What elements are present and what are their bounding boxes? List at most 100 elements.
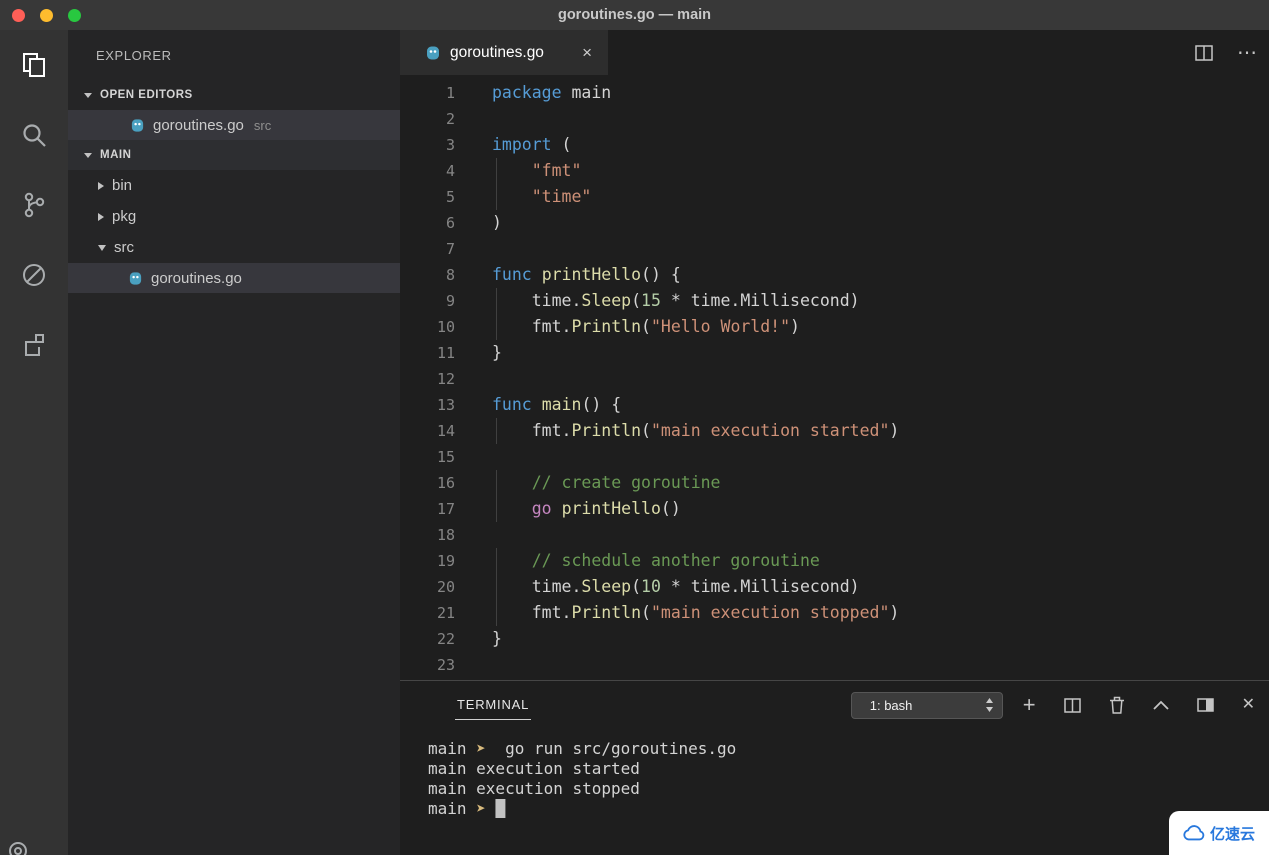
line-number: 8 — [445, 266, 455, 284]
code-line[interactable]: 22} — [400, 626, 1269, 652]
code-line[interactable]: 20 time.Sleep(10 * time.Millisecond) — [400, 574, 1269, 600]
line-number: 15 — [436, 448, 455, 466]
folder-section-header[interactable]: MAIN — [68, 140, 400, 170]
manage-gear[interactable] — [6, 839, 30, 855]
window-title: goroutines.go — main — [557, 7, 712, 23]
explorer-sidebar: EXPLORER OPEN EDITORS goroutines.go src … — [68, 30, 400, 855]
code-line[interactable]: 4 "fmt" — [400, 158, 1269, 184]
line-number: 6 — [445, 214, 455, 232]
tree-item-bin[interactable]: bin — [68, 170, 400, 201]
open-editors-header[interactable]: OPEN EDITORS — [68, 80, 400, 110]
line-number: 10 — [436, 318, 455, 336]
terminal-panel: TERMINAL 1: bash + ✕ main ➤ go run src/g… — [400, 680, 1269, 855]
line-number: 3 — [445, 136, 455, 154]
split-terminal-icon[interactable] — [1063, 697, 1081, 713]
code-line[interactable]: 3 import ( — [400, 132, 1269, 158]
kill-terminal-trash-icon[interactable] — [1109, 696, 1125, 714]
line-number: 14 — [436, 422, 455, 440]
line-number: 16 — [436, 474, 455, 492]
code-line[interactable]: 15 — [400, 444, 1269, 470]
file-name: goroutines.go — [153, 116, 244, 134]
code-line[interactable]: 17 go printHello() — [400, 496, 1269, 522]
split-editor-icon[interactable] — [1195, 44, 1213, 61]
zoom-window-button[interactable] — [68, 9, 81, 22]
code-line[interactable]: 21 fmt.Println("main execution stopped") — [400, 600, 1269, 626]
gear-icon — [9, 842, 27, 855]
traffic-lights — [12, 9, 81, 22]
terminal-line: main ➤ █ — [428, 799, 506, 818]
code-line[interactable]: 8 func printHello() { — [400, 262, 1269, 288]
go-file-icon — [131, 118, 144, 132]
line-number: 20 — [436, 578, 455, 596]
chevron-right-icon — [98, 212, 104, 221]
code-line[interactable]: 18 — [400, 522, 1269, 548]
go-file-icon — [129, 271, 142, 285]
panel-actions: + ✕ — [1023, 694, 1255, 716]
line-number: 12 — [436, 370, 455, 388]
line-number: 1 — [445, 84, 455, 102]
close-tab-icon[interactable]: × — [580, 43, 594, 63]
editor-group: goroutines.go × ⋯ 1 package main 2 3 import … — [400, 30, 1269, 855]
activity-debug[interactable] — [0, 240, 68, 310]
shell-select-value: 1: bash — [869, 697, 913, 713]
activity-explorer[interactable] — [0, 30, 68, 100]
toggle-panel-icon[interactable] — [1196, 698, 1214, 712]
git-branch-icon — [24, 192, 45, 218]
file-name: goroutines.go — [151, 269, 242, 287]
chevron-down-icon — [84, 92, 92, 98]
terminal-shell-select[interactable]: 1: bash — [850, 691, 1003, 719]
tree-item-goroutines-go[interactable]: goroutines.go — [68, 263, 400, 293]
activity-extensions[interactable] — [0, 310, 68, 380]
code-line[interactable]: 1 package main — [400, 80, 1269, 106]
tab-label: goroutines.go — [450, 43, 544, 61]
watermark-text: 亿速云 — [1209, 825, 1255, 843]
line-number: 21 — [436, 604, 455, 622]
code-line[interactable]: 12 — [400, 366, 1269, 392]
tree-item-src[interactable]: src — [68, 232, 400, 263]
cloud-logo-icon — [1183, 825, 1205, 841]
code-line[interactable]: 9 time.Sleep(15 * time.Millisecond) — [400, 288, 1269, 314]
line-number: 17 — [436, 500, 455, 518]
code-editor[interactable]: 1 package main 2 3 import (4 "fmt" 5 "time" 6)… — [400, 75, 1269, 680]
close-window-button[interactable] — [12, 9, 25, 22]
line-number: 11 — [436, 344, 455, 362]
code-line[interactable]: 14 fmt.Println("main execution started") — [400, 418, 1269, 444]
open-editors-label: OPEN EDITORS — [100, 89, 193, 101]
activity-bar — [0, 30, 68, 855]
activity-source-control[interactable] — [0, 170, 68, 240]
search-icon — [23, 124, 46, 147]
more-actions-icon[interactable]: ⋯ — [1237, 43, 1257, 63]
tab-terminal[interactable]: TERMINAL — [455, 691, 532, 720]
folder-name: bin — [112, 177, 133, 194]
code-line[interactable]: 7 — [400, 236, 1269, 262]
code-line[interactable]: 13 func main() { — [400, 392, 1269, 418]
code-line[interactable]: 11} — [400, 340, 1269, 366]
panel-header: TERMINAL 1: bash + ✕ — [400, 681, 1269, 729]
code-line[interactable]: 10 fmt.Println("Hello World!") — [400, 314, 1269, 340]
line-number: 4 — [445, 162, 455, 180]
tree-item-pkg[interactable]: pkg — [68, 201, 400, 232]
terminal-output[interactable]: main ➤ go run src/goroutines.go main exec… — [400, 729, 1269, 855]
open-editor-item[interactable]: goroutines.go src — [68, 110, 400, 140]
code-line[interactable]: 16 // create goroutine — [400, 470, 1269, 496]
activity-search[interactable] — [0, 100, 68, 170]
maximize-panel-chevron-icon[interactable] — [1152, 700, 1169, 710]
folder-section-label: MAIN — [100, 149, 132, 161]
line-number: 7 — [445, 240, 455, 258]
line-number: 19 — [436, 552, 455, 570]
new-terminal-icon[interactable]: + — [1023, 694, 1036, 716]
folder-name: src — [114, 239, 134, 256]
editor-tab-bar: goroutines.go × ⋯ — [400, 30, 1269, 75]
code-line[interactable]: 23 — [400, 652, 1269, 678]
code-line[interactable]: 5 "time" — [400, 184, 1269, 210]
titlebar: goroutines.go — main — [0, 0, 1269, 30]
line-number: 5 — [445, 188, 455, 206]
code-line[interactable]: 19 // schedule another goroutine — [400, 548, 1269, 574]
minimize-window-button[interactable] — [40, 9, 53, 22]
code-line[interactable]: 2 — [400, 106, 1269, 132]
tab-goroutines-go[interactable]: goroutines.go × — [400, 30, 608, 75]
close-panel-icon[interactable]: ✕ — [1242, 697, 1255, 713]
vscode-window: goroutines.go — main EXPLORER OPEN EDITO… — [0, 0, 1269, 855]
line-number: 18 — [436, 526, 455, 544]
code-line[interactable]: 6) — [400, 210, 1269, 236]
